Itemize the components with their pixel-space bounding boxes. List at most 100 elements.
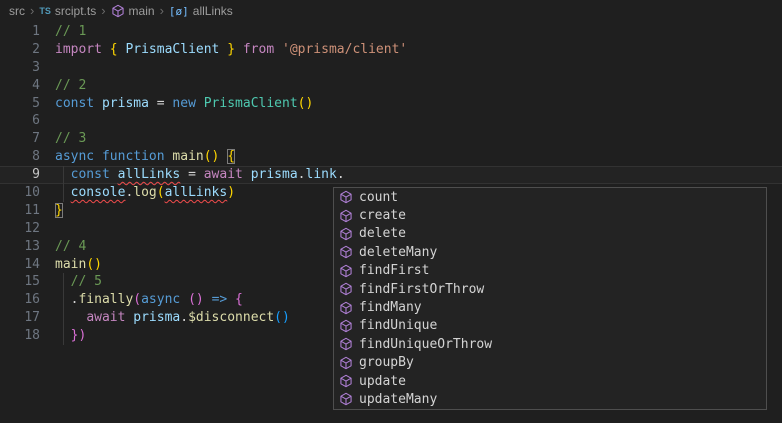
code-token: }: [55, 203, 63, 218]
line-number[interactable]: 15: [0, 273, 40, 291]
code-text: // 2: [55, 77, 86, 95]
code-token: PrismaClient: [125, 42, 219, 57]
code-token: }: [227, 42, 235, 57]
line-number[interactable]: 16: [0, 291, 40, 309]
code-token: await: [86, 310, 125, 325]
suggestion-label: findMany: [359, 300, 422, 315]
code-token: =>: [212, 292, 228, 307]
indent-guide: [63, 166, 64, 184]
code-line[interactable]: 4 // 2: [0, 77, 782, 95]
code-line[interactable]: 1 // 1: [0, 23, 782, 41]
code-token: prisma: [133, 310, 180, 325]
symbol-method-icon: [338, 208, 354, 224]
line-number[interactable]: 4: [0, 77, 40, 95]
line-number[interactable]: 18: [0, 327, 40, 345]
suggestion-item[interactable]: updateMany: [334, 390, 766, 408]
code-text: main(): [55, 256, 102, 274]
suggestion-item[interactable]: update: [334, 372, 766, 390]
suggestion-item[interactable]: delete: [334, 225, 766, 243]
code-line[interactable]: 6: [0, 112, 782, 130]
code-token: =: [180, 167, 203, 182]
line-number[interactable]: 7: [0, 130, 40, 148]
symbol-method-icon: [338, 318, 354, 334]
breadcrumb: src › TS srcipt.ts › main › [ø] allLinks: [0, 0, 782, 22]
code-line[interactable]: 9 const allLinks = await prisma.link.: [0, 166, 782, 184]
code-text: async function main() {: [55, 148, 235, 166]
code-token: // 4: [55, 239, 86, 254]
breadcrumb-item-main[interactable]: main: [111, 4, 155, 18]
code-token: '@prisma/client': [282, 42, 407, 57]
line-number[interactable]: 6: [0, 112, 40, 130]
code-token: PrismaClient: [204, 96, 298, 111]
symbol-method-icon: [338, 300, 354, 316]
symbol-method-icon: [338, 189, 354, 205]
code-token: [110, 167, 118, 182]
suggestion-label: update: [359, 374, 406, 389]
line-number[interactable]: 2: [0, 41, 40, 59]
suggestion-item[interactable]: deleteMany: [334, 243, 766, 261]
suggestion-item[interactable]: findMany: [334, 298, 766, 316]
line-number[interactable]: 3: [0, 59, 40, 77]
error-token: console: [71, 185, 126, 200]
symbol-method-icon: [338, 281, 354, 297]
suggestion-item[interactable]: findUnique: [334, 317, 766, 335]
code-token: async: [55, 149, 94, 164]
code-text: const allLinks = await prisma.link.: [55, 166, 345, 184]
breadcrumb-item-file[interactable]: TS srcipt.ts: [39, 4, 96, 18]
code-token: [274, 42, 282, 57]
code-token: $disconnect: [188, 310, 274, 325]
code-token: [55, 310, 86, 325]
suggestion-label: deleteMany: [359, 245, 437, 260]
chevron-right-icon: ›: [160, 3, 164, 18]
code-token: [196, 96, 204, 111]
line-number[interactable]: 8: [0, 148, 40, 166]
code-line[interactable]: 3: [0, 59, 782, 77]
suggestion-item[interactable]: findUniqueOrThrow: [334, 335, 766, 353]
code-token: await: [204, 167, 243, 182]
code-token: {: [227, 149, 235, 164]
suggestion-item[interactable]: findFirstOrThrow: [334, 280, 766, 298]
code-token: prisma: [102, 96, 149, 111]
code-token: .: [337, 167, 345, 182]
line-number[interactable]: 13: [0, 238, 40, 256]
code-line[interactable]: 5const prisma = new PrismaClient(): [0, 95, 782, 113]
code-token: (): [86, 257, 102, 272]
suggestion-item[interactable]: findFirst: [334, 262, 766, 280]
breadcrumb-item-alllinks[interactable]: [ø] allLinks: [169, 4, 233, 18]
code-line[interactable]: 8 async function main() {: [0, 148, 782, 166]
code-token: main: [172, 149, 203, 164]
line-number[interactable]: 5: [0, 95, 40, 113]
line-number[interactable]: 1: [0, 23, 40, 41]
line-number[interactable]: 17: [0, 309, 40, 327]
symbol-method-icon: [338, 244, 354, 260]
line-number[interactable]: 10: [0, 184, 40, 202]
symbol-method-icon: [338, 226, 354, 242]
code-token: (): [298, 96, 314, 111]
suggestion-label: count: [359, 190, 398, 205]
code-text: }): [55, 327, 86, 345]
line-number[interactable]: 14: [0, 256, 40, 274]
typescript-file-icon: TS: [39, 6, 51, 16]
line-number[interactable]: 9: [0, 166, 40, 184]
breadcrumb-item-src[interactable]: src: [9, 4, 25, 18]
code-text: await prisma.$disconnect(): [55, 309, 290, 327]
suggestion-item[interactable]: groupBy: [334, 354, 766, 372]
symbol-method-icon: [338, 263, 354, 279]
symbol-method-icon: [338, 355, 354, 371]
code-token: [102, 42, 110, 57]
code-token: [180, 292, 188, 307]
code-line[interactable]: 7// 3: [0, 130, 782, 148]
code-text: .finally(async () => {: [55, 291, 243, 309]
symbol-variable-icon: [ø]: [169, 5, 189, 18]
code-line[interactable]: 2import { PrismaClient } from '@prisma/c…: [0, 41, 782, 59]
line-number[interactable]: 11: [0, 202, 40, 220]
symbol-method-icon: [338, 336, 354, 352]
suggestion-item[interactable]: create: [334, 206, 766, 224]
code-text: // 4: [55, 238, 86, 256]
suggestion-label: groupBy: [359, 355, 414, 370]
code-token: const: [71, 167, 110, 182]
suggestion-item[interactable]: count: [334, 188, 766, 206]
code-token: // 1: [55, 24, 86, 39]
line-number[interactable]: 12: [0, 220, 40, 238]
indent-guide: [63, 291, 64, 309]
